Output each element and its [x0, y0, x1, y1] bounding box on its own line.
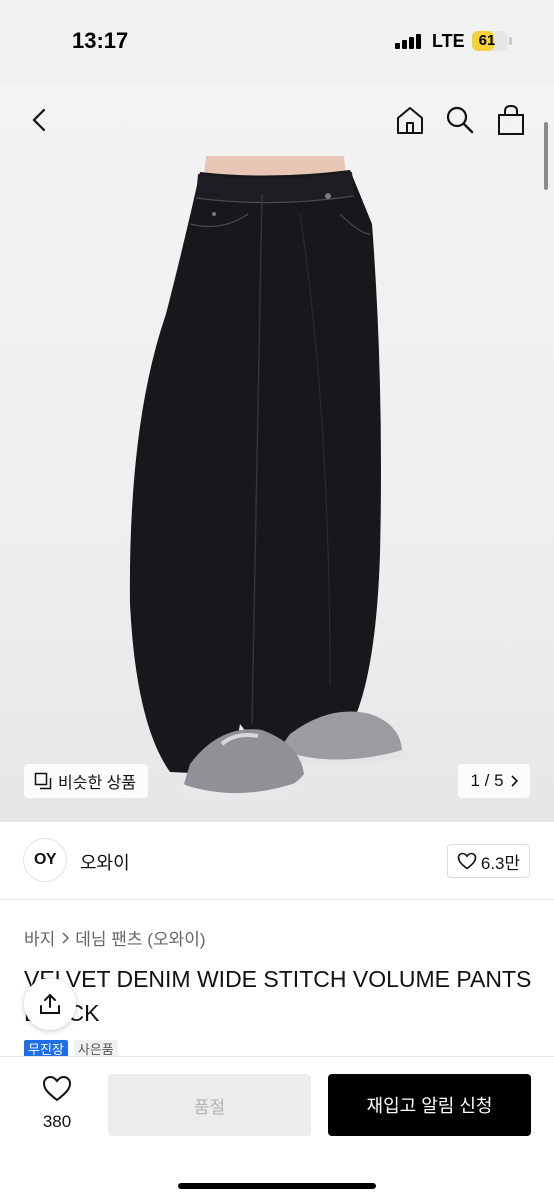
- heart-icon: [42, 1075, 72, 1102]
- chevron-left-icon: [32, 108, 46, 132]
- network-label: LTE: [432, 31, 465, 51]
- heart-icon: [457, 852, 477, 870]
- similar-products-label: 비슷한 상품: [58, 775, 137, 792]
- chevron-right-icon: [62, 931, 70, 944]
- search-icon: [446, 106, 474, 134]
- search-button[interactable]: [440, 96, 480, 144]
- cart-button[interactable]: [491, 96, 531, 144]
- restock-alert-button[interactable]: 재입고 알림 신청: [328, 1074, 531, 1136]
- image-pager[interactable]: 1 / 5: [458, 764, 530, 798]
- chevron-right-icon: [510, 775, 518, 787]
- top-navigation: [0, 96, 554, 144]
- wishlist-button[interactable]: 380: [32, 1075, 82, 1135]
- status-time: 13:17: [72, 28, 129, 53]
- battery-icon: 61: [472, 31, 508, 51]
- product-image[interactable]: [0, 84, 554, 822]
- status-bar: 13:17 LTE 61: [0, 0, 554, 84]
- product-photo: [129, 156, 402, 801]
- copy-squares-icon: [34, 772, 52, 790]
- battery-level: 61: [478, 32, 496, 49]
- product-title: VELVET DENIM WIDE STITCH VOLUME PANTS BL…: [24, 966, 532, 1026]
- breadcrumb-sub-category[interactable]: 데님 팬츠 (오와이): [75, 925, 205, 950]
- brand-like-count: 6.3만: [480, 853, 521, 873]
- home-icon: [397, 107, 423, 134]
- share-icon: [40, 994, 60, 1014]
- bottom-action-bar: 380 품절 재입고 알림 신청: [0, 1056, 554, 1200]
- scroll-indicator[interactable]: [544, 122, 548, 190]
- brand-row: OY 오와이 6.3만: [0, 822, 554, 900]
- back-button[interactable]: [20, 96, 60, 144]
- image-page-count: 1 / 5: [470, 771, 504, 790]
- home-indicator: [178, 1183, 376, 1189]
- soldout-button[interactable]: 품절: [108, 1074, 311, 1136]
- brand-like-button[interactable]: 6.3만: [447, 844, 530, 878]
- brand-logo[interactable]: OY: [23, 838, 67, 882]
- battery-cap: [509, 37, 512, 45]
- shopping-bag-icon: [498, 104, 524, 135]
- home-button[interactable]: [390, 96, 430, 144]
- wishlist-count: 380: [42, 1112, 72, 1131]
- share-button[interactable]: [24, 978, 76, 1030]
- breadcrumb: 바지 데님 팬츠 (오와이): [24, 925, 206, 950]
- breadcrumb-category[interactable]: 바지: [24, 925, 55, 950]
- signal-icon: [395, 33, 421, 49]
- similar-products-button[interactable]: 비슷한 상품: [24, 764, 149, 798]
- brand-name[interactable]: 오와이: [80, 849, 130, 875]
